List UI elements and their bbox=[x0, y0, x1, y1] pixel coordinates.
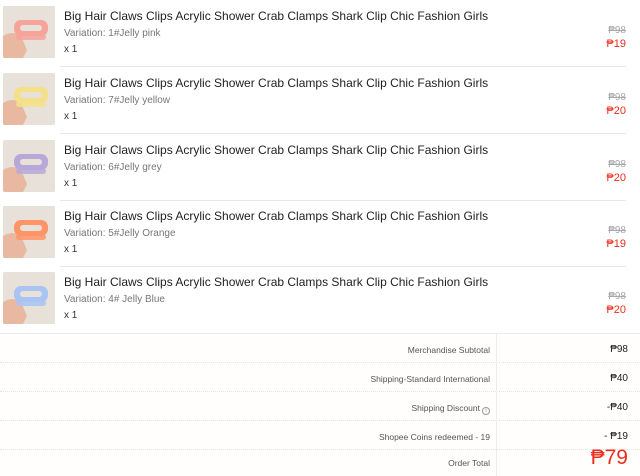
product-thumbnail[interactable] bbox=[3, 140, 55, 192]
original-price: ₱98 bbox=[608, 225, 626, 236]
coins-label: Shopee Coins redeemed - 19 bbox=[378, 432, 490, 442]
sale-price: ₱20 bbox=[606, 304, 626, 316]
product-thumbnail[interactable] bbox=[3, 73, 55, 125]
product-thumbnail[interactable] bbox=[3, 272, 55, 324]
product-title[interactable]: Big Hair Claws Clips Acrylic Shower Crab… bbox=[64, 143, 488, 157]
hair-claw-image bbox=[3, 272, 55, 324]
merchandise-subtotal-label: Merchandise Subtotal bbox=[407, 345, 490, 355]
column-separator bbox=[496, 363, 497, 391]
product-title[interactable]: Big Hair Claws Clips Acrylic Shower Crab… bbox=[64, 9, 488, 23]
hair-claw-image bbox=[3, 140, 55, 192]
summary-row-order-total: Order Total ₱79 bbox=[0, 446, 640, 476]
shipping-discount-label: Shipping Discount bbox=[411, 403, 480, 413]
product-quantity: x 1 bbox=[64, 111, 78, 122]
order-item[interactable]: Big Hair Claws Clips Acrylic Shower Crab… bbox=[0, 266, 640, 333]
product-quantity: x 1 bbox=[64, 178, 78, 189]
order-item[interactable]: Big Hair Claws Clips Acrylic Shower Crab… bbox=[0, 67, 640, 134]
order-total-label: Order Total bbox=[448, 458, 490, 468]
order-summary: Merchandise Subtotal ₱98 Shipping-Standa… bbox=[0, 333, 640, 476]
product-variation: Variation: 4# Jelly Blue bbox=[64, 294, 165, 305]
summary-row-shipping-discount: Shipping Discount i -₱40 bbox=[0, 392, 640, 421]
shipping-discount-value: -₱40 bbox=[606, 402, 628, 413]
shipping-label: Shipping-Standard International bbox=[370, 374, 490, 384]
order-total-value: ₱79 bbox=[590, 446, 628, 469]
product-title[interactable]: Big Hair Claws Clips Acrylic Shower Crab… bbox=[64, 275, 488, 289]
original-price: ₱98 bbox=[608, 291, 626, 302]
product-thumbnail[interactable] bbox=[3, 206, 55, 258]
merchandise-subtotal-value: ₱98 bbox=[610, 344, 628, 355]
sale-price: ₱19 bbox=[606, 38, 626, 50]
product-title[interactable]: Big Hair Claws Clips Acrylic Shower Crab… bbox=[64, 76, 488, 90]
product-variation: Variation: 6#Jelly grey bbox=[64, 162, 162, 173]
summary-row-merchandise-subtotal: Merchandise Subtotal ₱98 bbox=[0, 334, 640, 363]
column-separator bbox=[496, 392, 497, 420]
coins-value: - ₱19 bbox=[604, 431, 628, 442]
product-quantity: x 1 bbox=[64, 44, 78, 55]
original-price: ₱98 bbox=[608, 159, 626, 170]
product-variation: Variation: 1#Jelly pink bbox=[64, 28, 161, 39]
original-price: ₱98 bbox=[608, 92, 626, 103]
summary-row-shipping: Shipping-Standard International ₱40 bbox=[0, 363, 640, 392]
order-item[interactable]: Big Hair Claws Clips Acrylic Shower Crab… bbox=[0, 0, 640, 67]
product-quantity: x 1 bbox=[64, 310, 78, 321]
hair-claw-image bbox=[3, 206, 55, 258]
hair-claw-image bbox=[3, 73, 55, 125]
sale-price: ₱20 bbox=[606, 105, 626, 117]
product-variation: Variation: 7#Jelly yellow bbox=[64, 95, 170, 106]
column-separator bbox=[496, 421, 497, 449]
sale-price: ₱20 bbox=[606, 172, 626, 184]
hair-claw-image bbox=[3, 6, 55, 58]
product-quantity: x 1 bbox=[64, 244, 78, 255]
product-title[interactable]: Big Hair Claws Clips Acrylic Shower Crab… bbox=[64, 209, 488, 223]
column-separator bbox=[496, 446, 497, 476]
sale-price: ₱19 bbox=[606, 238, 626, 250]
shipping-value: ₱40 bbox=[610, 373, 628, 384]
column-separator bbox=[496, 334, 497, 362]
shipping-discount-label-wrap: Shipping Discount i bbox=[411, 403, 490, 415]
order-item[interactable]: Big Hair Claws Clips Acrylic Shower Crab… bbox=[0, 134, 640, 201]
order-item[interactable]: Big Hair Claws Clips Acrylic Shower Crab… bbox=[0, 200, 640, 267]
product-variation: Variation: 5#Jelly Orange bbox=[64, 228, 176, 239]
original-price: ₱98 bbox=[608, 25, 626, 36]
info-icon[interactable]: i bbox=[482, 407, 490, 415]
product-thumbnail[interactable] bbox=[3, 6, 55, 58]
